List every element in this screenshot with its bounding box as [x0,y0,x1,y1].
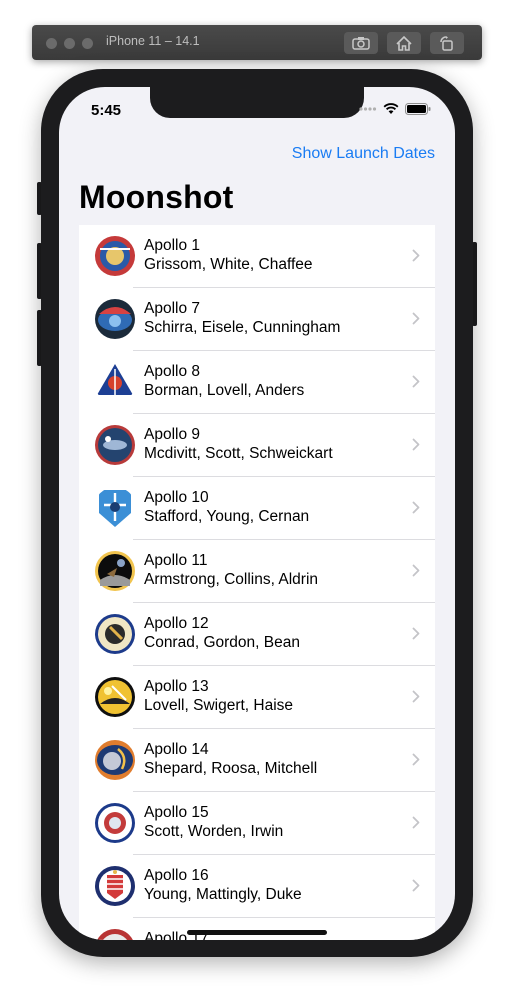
mission-row[interactable]: Apollo 13 Lovell, Swigert, Haise [79,666,435,729]
mission-name: Apollo 16 [144,867,209,884]
mission-row[interactable]: Apollo 7 Schirra, Eisele, Cunningham [79,288,435,351]
simulator-title: iPhone 11 – 14.1 [106,34,200,48]
close-window-button[interactable] [46,38,57,49]
chevron-right-icon [412,627,420,640]
screenshot-button[interactable] [344,32,378,54]
mission-crew: Conrad, Gordon, Bean [144,634,300,651]
mission-row[interactable]: Apollo 10 Stafford, Young, Cernan [79,477,435,540]
show-launch-dates-button[interactable]: Show Launch Dates [292,145,435,163]
apollo-9-badge-icon [94,424,136,466]
mission-crew: Lovell, Swigert, Haise [144,697,294,714]
mission-row[interactable]: Apollo 12 Conrad, Gordon, Bean [79,603,435,666]
status-time: 5:45 [91,102,122,119]
battery-icon [405,103,431,115]
zoom-window-button[interactable] [82,38,93,49]
mission-crew: Armstrong, Collins, Aldrin [144,571,319,588]
chevron-right-icon [412,690,420,703]
mission-name: Apollo 12 [144,615,209,632]
notch [150,87,364,118]
apollo-14-badge-icon [94,739,136,781]
rotate-button[interactable] [430,32,464,54]
iphone-frame: 5:45 Show Launch Dates Moonshot Apollo 1… [41,69,473,957]
mission-list: Apollo 1 Grissom, White, Chaffee Apollo 7 S… [79,225,435,940]
chevron-right-icon [412,879,420,892]
page-title: Moonshot [79,179,234,215]
mission-row[interactable]: Apollo 16 Young, Mattingly, Duke [79,855,435,918]
chevron-right-icon [412,312,420,325]
mission-crew: Grissom, White, Chaffee [144,256,313,273]
mission-name: Apollo 14 [144,741,209,758]
mission-row[interactable]: Apollo 15 Scott, Worden, Irwin [79,792,435,855]
apollo-12-badge-icon [94,613,136,655]
chevron-right-icon [412,249,420,262]
mission-name: Apollo 7 [144,300,201,317]
device-screen: 5:45 Show Launch Dates Moonshot Apollo 1… [59,87,455,940]
mission-crew: Mcdivitt, Scott, Schweickart [144,445,333,462]
mission-name: Apollo 9 [144,426,201,443]
chevron-right-icon [412,438,420,451]
mission-name: Apollo 13 [144,678,209,695]
home-button[interactable] [387,32,421,54]
chevron-right-icon [412,375,420,388]
chevron-right-icon [412,564,420,577]
apollo-13-badge-icon [94,676,136,718]
wifi-icon [383,103,399,114]
mission-name: Apollo 8 [144,363,201,380]
status-icons [359,103,431,115]
mission-crew: Shepard, Roosa, Mitchell [144,760,318,777]
apollo-17-badge-icon [94,928,136,940]
mission-crew: Borman, Lovell, Anders [144,382,305,399]
mission-name: Apollo 1 [144,237,201,254]
apollo-1-badge-icon [94,235,136,277]
apollo-10-badge-icon [94,487,136,529]
cellular-signal-icon [359,107,377,111]
mission-name: Apollo 15 [144,804,209,821]
screenshot-icon [352,37,370,50]
mission-row[interactable]: Apollo 17 [79,918,435,940]
home-indicator[interactable] [187,930,327,935]
mission-row[interactable]: Apollo 11 Armstrong, Collins, Aldrin [79,540,435,603]
mission-row[interactable]: Apollo 9 Mcdivitt, Scott, Schweickart [79,414,435,477]
apollo-11-badge-icon [94,550,136,592]
mission-row[interactable]: Apollo 14 Shepard, Roosa, Mitchell [79,729,435,792]
mission-crew: Stafford, Young, Cernan [144,508,310,525]
simulator-toolbar: iPhone 11 – 14.1 [32,25,482,60]
mission-row[interactable]: Apollo 8 Borman, Lovell, Anders [79,351,435,414]
apollo-15-badge-icon [94,802,136,844]
mission-name: Apollo 10 [144,489,209,506]
mission-row[interactable]: Apollo 1 Grissom, White, Chaffee [79,225,435,288]
mission-crew: Scott, Worden, Irwin [144,823,284,840]
minimize-window-button[interactable] [64,38,75,49]
apollo-8-badge-icon [94,361,136,403]
rotate-icon [440,35,453,51]
mission-crew: Young, Mattingly, Duke [144,886,302,903]
chevron-right-icon [412,753,420,766]
chevron-right-icon [412,501,420,514]
home-icon [396,35,412,51]
apollo-16-badge-icon [94,865,136,907]
mission-crew: Schirra, Eisele, Cunningham [144,319,341,336]
mission-name: Apollo 11 [144,552,208,569]
apollo-7-badge-icon [94,298,136,340]
chevron-right-icon [412,816,420,829]
